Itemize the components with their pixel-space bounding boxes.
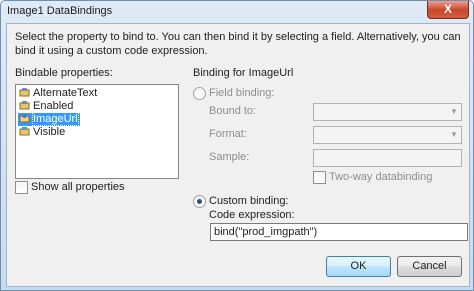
- two-way-databinding-checkbox[interactable]: [313, 171, 326, 184]
- property-icon: [19, 101, 30, 110]
- instructions-text: Select the property to bind to. You can …: [15, 31, 461, 57]
- list-item-imageurl[interactable]: ImageUrl: [18, 112, 80, 126]
- format-combobox[interactable]: ▼: [313, 126, 462, 144]
- chevron-down-icon: ▼: [450, 130, 458, 139]
- databindings-dialog: Image1 DataBindings X Select the propert…: [0, 0, 474, 291]
- bindable-properties-label: Bindable properties:: [15, 67, 113, 79]
- list-item-alternatetext[interactable]: AlternateText: [18, 87, 99, 100]
- binding-header: Binding for ImageUrl: [193, 67, 294, 79]
- show-all-properties-label: Show all properties: [31, 181, 125, 193]
- property-icon: [19, 88, 30, 97]
- title-bar: Image1 DataBindings X: [1, 1, 473, 23]
- two-way-databinding-label: Two-way databinding: [329, 171, 433, 183]
- format-label: Format:: [209, 128, 247, 140]
- bindable-properties-list[interactable]: AlternateText Enabled ImageUrl Visible: [15, 84, 179, 179]
- ok-button[interactable]: OK: [326, 256, 391, 277]
- chevron-down-icon: ▼: [450, 107, 458, 116]
- bound-to-combobox[interactable]: ▼: [313, 103, 462, 121]
- property-icon: [19, 127, 30, 136]
- show-all-properties-checkbox[interactable]: [15, 181, 28, 194]
- cancel-button[interactable]: Cancel: [397, 256, 462, 277]
- code-expression-input[interactable]: bind("prod_imgpath"): [210, 223, 468, 241]
- sample-label: Sample:: [209, 151, 250, 163]
- custom-binding-label: Custom binding:: [209, 195, 289, 207]
- bound-property-icon: [19, 114, 30, 123]
- code-expression-label: Code expression:: [209, 209, 295, 221]
- list-item-visible[interactable]: Visible: [18, 126, 67, 139]
- sample-field[interactable]: [313, 149, 462, 167]
- field-binding-label: Field binding:: [209, 87, 275, 99]
- list-item-enabled[interactable]: Enabled: [18, 100, 75, 113]
- close-button[interactable]: X: [427, 1, 469, 19]
- dialog-body: Select the property to bind to. You can …: [6, 23, 470, 287]
- dialog-title: Image1 DataBindings: [7, 5, 113, 17]
- custom-binding-radio[interactable]: [193, 195, 206, 208]
- bound-to-label: Bound to:: [209, 105, 257, 117]
- field-binding-radio[interactable]: [193, 87, 206, 100]
